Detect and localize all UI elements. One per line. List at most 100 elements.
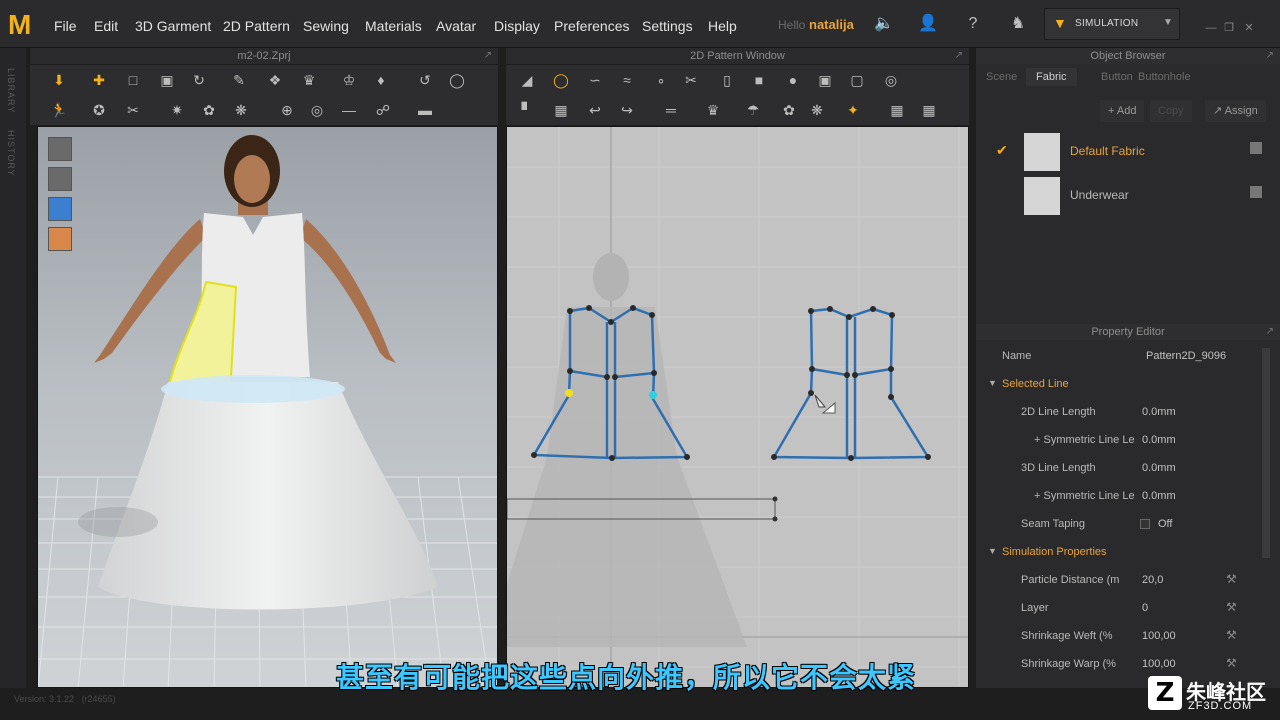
internal-circle-icon[interactable]: ◎ [880,69,902,91]
fold-icon[interactable]: ✷ [166,99,188,121]
cut-icon[interactable]: ✂ [680,69,702,91]
show-garment-icon[interactable] [48,137,72,161]
minimize-icon[interactable]: — [1204,22,1218,34]
menu-2d-pattern[interactable]: 2D Pattern [223,18,290,34]
dart-icon[interactable]: ▘ [516,99,538,121]
tape-icon[interactable]: ▬ [414,99,436,121]
button-icon[interactable]: ◎ [306,99,328,121]
close-icon[interactable]: ✕ [1242,22,1256,34]
popout-icon[interactable]: ↗ [484,48,492,64]
transform-pattern-icon[interactable]: ◢ [516,69,538,91]
user-name[interactable]: natalija [809,17,854,32]
copy-button[interactable]: Copy [1150,100,1192,122]
add-point-icon[interactable]: ∘ [650,69,672,91]
property-value[interactable]: 100,00 [1142,630,1176,642]
edit-curve-point-icon[interactable]: ≈ [616,69,638,91]
edit-pattern-icon[interactable]: ◯ [550,69,572,91]
section-simulation-properties[interactable]: ▼ Simulation Properties [976,538,1266,566]
segment-sewing-icon[interactable]: ↩ [584,99,606,121]
popout-icon[interactable]: ↗ [955,48,963,64]
property-value[interactable]: 0.0mm [1142,434,1176,446]
select-box-icon[interactable]: □ [122,69,144,91]
menu-display[interactable]: Display [494,18,540,34]
menu-edit[interactable]: Edit [94,18,118,34]
user-icon[interactable]: 👤 [917,13,939,35]
section-selected-line[interactable]: ▼ Selected Line [976,370,1266,398]
property-value[interactable]: Pattern2D_9096 [1146,350,1226,362]
expand-arrow-icon[interactable]: ▼ [988,546,997,556]
wrench-icon[interactable]: ⚒ [1226,600,1237,614]
fold-2d-icon[interactable]: ═ [660,99,682,121]
dress-icon[interactable]: ♦ [370,69,392,91]
polygon-icon[interactable]: ▯ [716,69,738,91]
avatar-skin-icon[interactable] [48,227,72,251]
line-icon[interactable]: — [338,99,360,121]
restore-icon[interactable]: ❐ [1222,22,1236,34]
edit-curve-icon[interactable]: ↻ [188,69,210,91]
expand-arrow-icon[interactable]: ▼ [988,378,997,388]
pattern-grid-icon[interactable]: ▦ [918,99,940,121]
edit-curvature-icon[interactable]: ∽ [584,69,606,91]
view2d-viewport[interactable] [506,126,969,688]
mesh-icon[interactable]: ❋ [230,99,252,121]
property-value[interactable]: 100,00 [1142,658,1176,670]
sound-icon[interactable]: 🔈 [873,13,895,35]
fold-arrow-icon[interactable]: ⬇ [48,69,70,91]
wrench-icon[interactable]: ⚒ [1226,628,1237,642]
tab-buttonhole[interactable]: Buttonhole [1128,68,1201,86]
measure-icon[interactable]: ↺ [414,69,436,91]
store-icon[interactable]: ♞ [1007,13,1029,35]
wrench-icon[interactable]: ⚒ [1226,572,1237,586]
popout-icon[interactable]: ↗ [1266,324,1274,340]
view3d-viewport[interactable] [37,126,498,688]
transform-icon[interactable]: ▣ [156,69,178,91]
pin-icon[interactable]: ✎ [228,69,250,91]
tab-fabric[interactable]: Fabric [1026,68,1077,86]
scissors-icon[interactable]: ✂ [122,99,144,121]
edit-sewing-icon[interactable]: ♛ [702,99,724,121]
tab-scene[interactable]: Scene [976,68,1027,86]
wrench-icon[interactable]: ⚒ [1226,656,1237,670]
fabric-item[interactable]: ✔ Default Fabric [986,130,1270,174]
rectangle-icon[interactable]: ■ [748,69,770,91]
shirt-icon[interactable]: ♔ [338,69,360,91]
mesh-2d-icon[interactable]: ❋ [806,99,828,121]
select-move-icon[interactable]: ✚ [88,69,110,91]
menu-help[interactable]: Help [708,18,737,34]
zipper-icon[interactable]: ☍ [372,99,394,121]
check-sewing-icon[interactable]: ✿ [778,99,800,121]
menu-preferences[interactable]: Preferences [554,18,629,34]
property-value[interactable]: 0.0mm [1142,406,1176,418]
free-sewing-icon[interactable]: ↪ [616,99,638,121]
garment-icon[interactable]: ♛ [298,69,320,91]
simulation-button[interactable]: ▼ SIMULATION ▼ [1044,8,1180,40]
ring-icon[interactable]: ◯ [446,69,468,91]
add-button[interactable]: + Add [1100,100,1145,122]
internal-rect-icon[interactable]: ▢ [846,69,868,91]
property-value[interactable]: 0.0mm [1142,462,1176,474]
assign-button[interactable]: ↗ Assign [1205,100,1266,122]
download-icon[interactable] [1250,186,1262,198]
property-value[interactable]: 0.0mm [1142,490,1176,502]
avatar-walk-icon[interactable]: 🏃 [48,99,70,121]
trace-icon[interactable]: ✦ [842,99,864,121]
gather-icon[interactable]: ✿ [198,99,220,121]
menu-3d-garment[interactable]: 3D Garment [135,18,211,34]
tab-library[interactable]: LIBRARY [6,68,16,113]
seam-taping-checkbox[interactable] [1140,519,1150,529]
property-value[interactable]: 0 [1142,602,1148,614]
grading-icon[interactable]: ▦ [886,99,908,121]
fabric-item[interactable]: Underwear [986,174,1270,218]
menu-settings[interactable]: Settings [642,18,693,34]
popout-icon[interactable]: ↗ [1266,48,1274,64]
menu-avatar[interactable]: Avatar [436,18,476,34]
arrange-icon[interactable]: ✪ [88,99,110,121]
menu-file[interactable]: File [54,18,77,34]
menu-sewing[interactable]: Sewing [303,18,349,34]
chevron-down-icon[interactable]: ▼ [1163,17,1173,28]
property-value[interactable]: 20,0 [1142,574,1163,586]
seam-icon[interactable]: ▦ [550,99,572,121]
menu-materials[interactable]: Materials [365,18,422,34]
gather-2d-icon[interactable]: ☂ [742,99,764,121]
tab-history[interactable]: HISTORY [6,130,16,177]
